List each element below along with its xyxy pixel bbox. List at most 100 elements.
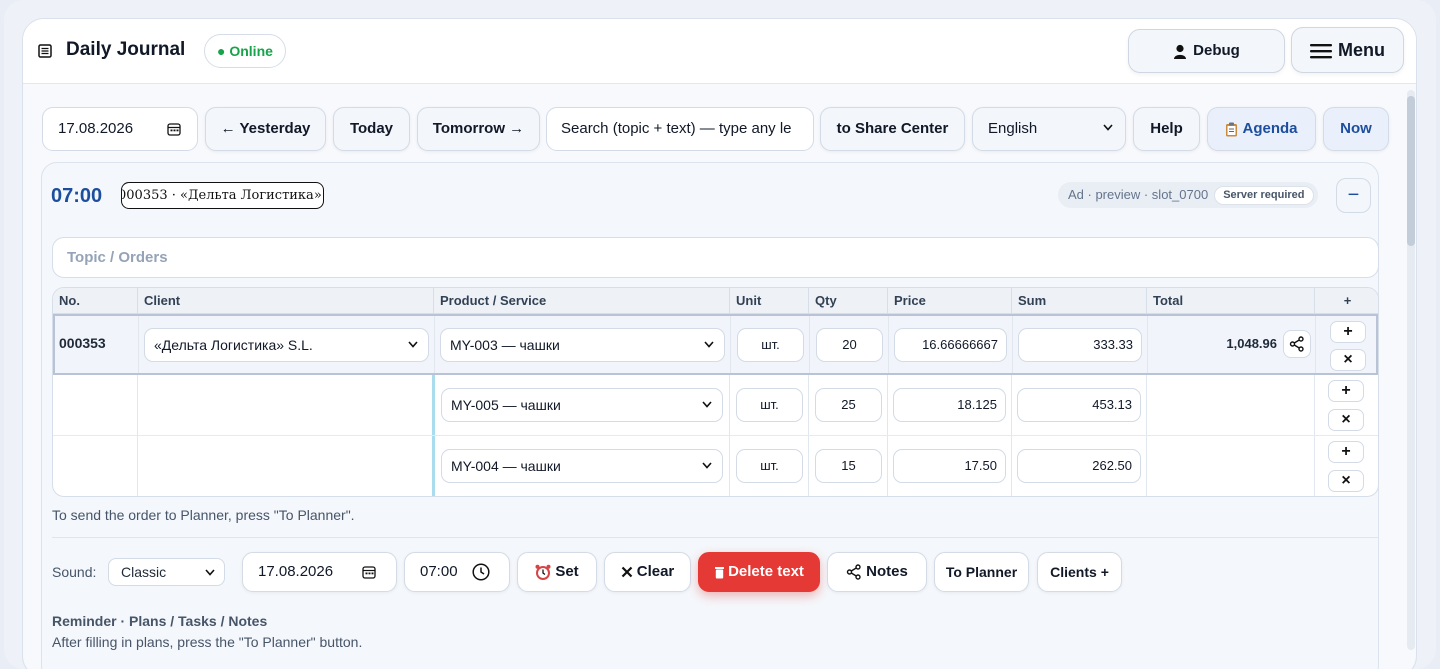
collapse-button[interactable]: − (1336, 178, 1371, 213)
price-input[interactable]: 18.125 (893, 388, 1006, 422)
sum-input[interactable]: 453.13 (1017, 388, 1141, 422)
ad-text: Ad · preview · slot_0700 (1068, 187, 1209, 202)
sound-select[interactable]: Classic (108, 558, 225, 586)
clear-button[interactable]: Clear (604, 552, 691, 592)
price-input[interactable]: 17.50 (893, 449, 1006, 483)
client-select[interactable]: «Дельта Логистика» S.L. (144, 328, 429, 362)
menu-label: Menu (1338, 40, 1385, 60)
unit-cell: шт. (730, 436, 809, 496)
sound-label: Sound: (52, 564, 97, 580)
add-line-button[interactable]: + (1328, 441, 1364, 463)
journal-card: Daily Journal ● Online Debug Menu 17.08.… (22, 18, 1417, 669)
yesterday-button[interactable]: ← Yesterday (205, 107, 326, 151)
product-cell: MY-003 — чашки (435, 316, 731, 373)
col-price: Price (888, 288, 1012, 314)
reminder-date-value: 17.08.2026 (258, 563, 334, 580)
calendar-icon[interactable] (362, 565, 376, 579)
total-cell (1147, 375, 1315, 435)
clear-label: Clear (636, 563, 675, 580)
unit-input[interactable]: шт. (737, 328, 804, 362)
reminder-time-input[interactable]: 07:00 (404, 552, 510, 592)
share-icon (1289, 336, 1304, 352)
unit-input[interactable]: шт. (736, 449, 803, 483)
qty-input[interactable]: 15 (815, 449, 882, 483)
scrollbar[interactable] (1407, 90, 1415, 650)
add-line-button[interactable]: + (1330, 321, 1366, 343)
price-input[interactable]: 16.66666667 (894, 328, 1007, 362)
agenda-button[interactable]: Agenda (1207, 107, 1316, 151)
qty-input[interactable]: 25 (815, 388, 882, 422)
now-button[interactable]: Now (1323, 107, 1389, 151)
product-value: MY-003 — чашки (450, 337, 560, 353)
debug-button[interactable]: Debug (1128, 29, 1285, 73)
help-button[interactable]: Help (1133, 107, 1200, 151)
search-input[interactable]: Search (topic + text) — type any le (546, 107, 814, 151)
chevron-down-icon (205, 569, 215, 576)
qty-cell: 15 (809, 436, 888, 496)
sum-cell: 453.13 (1012, 375, 1147, 435)
tomorrow-button[interactable]: Tomorrow → (417, 107, 540, 151)
total-cell (1147, 436, 1315, 496)
no-cell: 000353 (55, 316, 139, 373)
topic-chip[interactable]: 000353 · «Дельта Логистика» S. (121, 182, 324, 209)
share-center-button[interactable]: to Share Center (820, 107, 965, 151)
reminder-hint: After filling in plans, press the "To Pl… (52, 634, 363, 650)
qty-input[interactable]: 20 (816, 328, 883, 362)
product-select[interactable]: MY-004 — чашки (441, 449, 723, 483)
topic-input[interactable]: Topic / Orders (52, 237, 1379, 278)
product-cell: MY-005 — чашки (435, 375, 730, 435)
unit-input[interactable]: шт. (736, 388, 803, 422)
agenda-label: Agenda (1242, 120, 1298, 137)
to-planner-button[interactable]: To Planner (934, 552, 1029, 592)
date-input[interactable]: 17.08.2026 (42, 107, 198, 151)
add-line-button[interactable]: + (1328, 380, 1364, 402)
scrollbar-thumb[interactable] (1407, 96, 1415, 246)
chevron-down-icon (704, 341, 714, 348)
reminder-date-input[interactable]: 17.08.2026 (242, 552, 397, 592)
sum-input[interactable]: 262.50 (1017, 449, 1141, 483)
hamburger-icon (1310, 44, 1332, 59)
product-value: MY-005 — чашки (451, 397, 561, 413)
product-value: MY-004 — чашки (451, 458, 561, 474)
remove-line-button[interactable]: × (1330, 349, 1366, 371)
remove-line-button[interactable]: × (1328, 409, 1364, 431)
entry-time: 07:00 (51, 185, 103, 207)
product-select[interactable]: MY-003 — чашки (440, 328, 725, 362)
col-product: Product / Service (434, 288, 730, 314)
remove-line-button[interactable]: × (1328, 470, 1364, 492)
set-label: Set (555, 563, 579, 580)
ad-preview: Ad · preview · slot_0700 Server required (1058, 182, 1318, 208)
col-sum: Sum (1012, 288, 1147, 314)
unit-cell: шт. (730, 375, 809, 435)
alarm-clock-icon (535, 564, 551, 581)
journal-icon (38, 44, 52, 58)
chevron-down-icon (702, 462, 712, 469)
date-value: 17.08.2026 (58, 120, 134, 137)
table-row: MY-004 — чашки шт. 15 17.50 262.50 + × (53, 436, 1378, 496)
order-number: 000353 (59, 335, 106, 351)
qty-cell: 25 (809, 375, 888, 435)
share-button[interactable] (1283, 330, 1311, 358)
notes-button[interactable]: Notes (827, 552, 927, 592)
sum-input[interactable]: 333.33 (1018, 328, 1142, 362)
sum-cell: 333.33 (1013, 316, 1148, 373)
today-button[interactable]: Today (333, 107, 410, 151)
menu-button[interactable]: Menu (1291, 27, 1404, 73)
language-select[interactable]: English (972, 107, 1126, 151)
client-cell (138, 436, 435, 496)
product-select[interactable]: MY-005 — чашки (441, 388, 723, 422)
reminder-title: Reminder · Plans / Tasks / Notes (52, 613, 268, 629)
col-no: No. (53, 288, 138, 314)
set-alarm-button[interactable]: Set (517, 552, 597, 592)
notes-label: Notes (866, 563, 908, 580)
clients-add-button[interactable]: Clients + (1037, 552, 1122, 592)
clock-icon[interactable] (472, 563, 490, 581)
price-cell: 18.125 (888, 375, 1012, 435)
delete-text-button[interactable]: Delete text (698, 552, 820, 592)
calendar-icon[interactable] (167, 122, 181, 136)
user-icon (1174, 44, 1187, 59)
sound-value: Classic (121, 564, 167, 580)
close-icon (621, 566, 633, 578)
trash-icon (715, 566, 725, 579)
no-cell (53, 375, 138, 435)
